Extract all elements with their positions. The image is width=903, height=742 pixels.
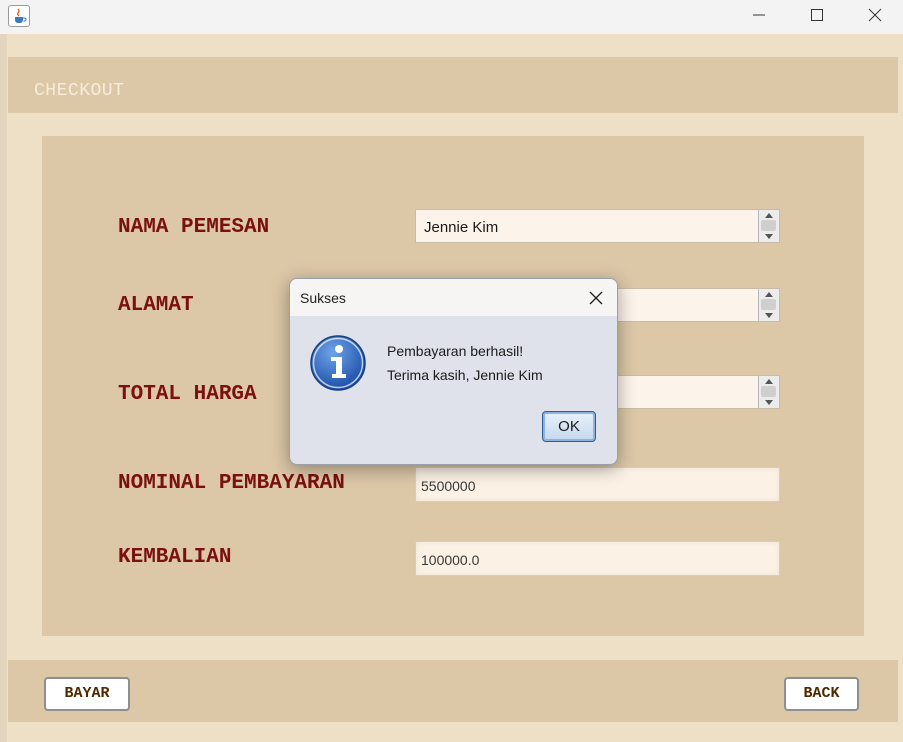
nama-pemesan-value: Jennie Kim (424, 219, 499, 236)
scroll-thumb[interactable] (761, 386, 776, 397)
nominal-pembayaran-label: NOMINAL PEMBAYARAN (118, 472, 345, 495)
scroll-down-icon[interactable] (765, 400, 773, 405)
minimize-icon (753, 14, 765, 16)
information-icon (309, 334, 367, 392)
nominal-pembayaran-input[interactable]: 5500000 (415, 467, 780, 502)
dialog-close-button[interactable] (586, 288, 606, 308)
scroll-up-icon[interactable] (765, 379, 773, 384)
alamat-scrollbar[interactable] (758, 289, 779, 321)
maximize-icon (811, 9, 823, 21)
nama-pemesan-field[interactable]: Jennie Kim (415, 209, 780, 243)
kembalian-value: 100000.0 (421, 552, 480, 568)
maximize-button[interactable] (788, 0, 846, 30)
page-title: CHECKOUT (34, 81, 125, 101)
back-button[interactable]: BACK (784, 677, 859, 711)
dialog-message-line1: Pembayaran berhasil! (387, 343, 524, 359)
close-icon (868, 8, 882, 22)
sukses-dialog: Sukses Pembayaran berhasil! Terima kasih… (289, 278, 618, 465)
dialog-title: Sukses (300, 290, 346, 306)
total-harga-label: TOTAL HARGA (118, 383, 257, 406)
ok-button[interactable]: OK (542, 411, 596, 442)
header-band (8, 57, 898, 113)
dialog-titlebar: Sukses (290, 279, 617, 316)
scroll-thumb[interactable] (761, 220, 776, 231)
footer-band (8, 660, 898, 722)
nama-pemesan-label: NAMA PEMESAN (118, 216, 270, 239)
close-window-button[interactable] (846, 0, 903, 30)
java-app-icon[interactable] (8, 5, 30, 27)
window-titlebar (0, 0, 903, 34)
bayar-button[interactable]: BAYAR (44, 677, 130, 711)
total-harga-scrollbar[interactable] (758, 376, 779, 408)
scroll-thumb[interactable] (761, 299, 776, 310)
nominal-pembayaran-value: 5500000 (421, 478, 476, 494)
scroll-down-icon[interactable] (765, 234, 773, 239)
scroll-down-icon[interactable] (765, 313, 773, 318)
scroll-up-icon[interactable] (765, 213, 773, 218)
close-icon (589, 291, 603, 305)
scroll-up-icon[interactable] (765, 292, 773, 297)
minimize-button[interactable] (730, 0, 788, 30)
alamat-label: ALAMAT (118, 294, 194, 317)
kembalian-field: 100000.0 (415, 541, 780, 576)
dialog-message-line2: Terima kasih, Jennie Kim (387, 367, 543, 383)
nama-pemesan-scrollbar[interactable] (758, 210, 779, 242)
kembalian-label: KEMBALIAN (118, 546, 232, 569)
